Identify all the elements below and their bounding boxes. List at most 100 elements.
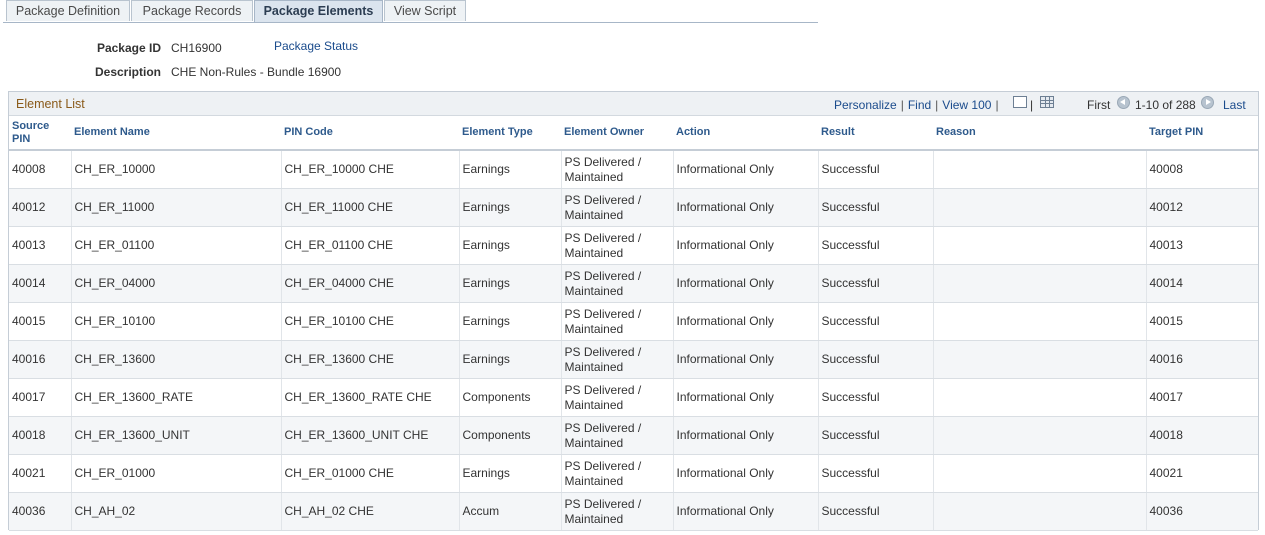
cell-element-owner: PS Delivered / Maintained: [561, 226, 674, 265]
cell-action: Informational Only: [673, 226, 819, 265]
table-row: 40014 CH_ER_04000 CH_ER_04000 CHE Earnings P…: [9, 264, 1258, 303]
cell-target-pin: 40014: [1146, 264, 1258, 303]
cell-action: Informational Only: [673, 416, 819, 455]
cell-element-type: Earnings: [459, 188, 562, 227]
previous-arrow-icon[interactable]: [1117, 96, 1130, 109]
cell-reason: [933, 378, 1147, 417]
cell-element-owner: PS Delivered / Maintained: [561, 378, 674, 417]
find-link[interactable]: Find: [908, 98, 931, 112]
cell-action: Informational Only: [673, 492, 819, 531]
col-target-pin[interactable]: Target PIN: [1146, 116, 1258, 151]
cell-element-name: CH_ER_04000: [71, 264, 282, 303]
table-row: 40012 CH_ER_11000 CH_ER_11000 CHE Earnings P…: [9, 188, 1258, 227]
grid-toolbar: Personalize | Find | View 100 |: [834, 98, 1003, 112]
col-element-name[interactable]: Element Name: [71, 116, 281, 151]
cell-result: Successful: [818, 226, 934, 265]
cell-action: Informational Only: [673, 454, 819, 493]
cell-element-owner: PS Delivered / Maintained: [561, 492, 674, 531]
cell-source-pin: 40015: [9, 302, 72, 341]
cell-element-name: CH_ER_01100: [71, 226, 282, 265]
package-id-label: Package ID: [96, 41, 161, 55]
row-range: 1-10 of 288: [1135, 98, 1196, 112]
cell-element-type: Earnings: [459, 302, 562, 341]
table-row: 40021 CH_ER_01000 CH_ER_01000 CHE Earnings P…: [9, 454, 1258, 493]
cell-pin-code: CH_ER_13600 CHE: [281, 340, 460, 379]
cell-element-name: CH_ER_13600_UNIT: [71, 416, 282, 455]
description-label: Description: [94, 65, 161, 79]
cell-target-pin: 40008: [1146, 150, 1258, 189]
cell-action: Informational Only: [673, 264, 819, 303]
cell-action: Informational Only: [673, 150, 819, 189]
col-element-owner[interactable]: Element Owner: [561, 116, 673, 151]
tab-view-script[interactable]: View Script: [384, 0, 466, 21]
separator: |: [1030, 98, 1034, 112]
cell-result: Successful: [818, 492, 934, 531]
cell-element-owner: PS Delivered / Maintained: [561, 454, 674, 493]
next-arrow-icon[interactable]: [1201, 96, 1214, 109]
cell-reason: [933, 264, 1147, 303]
tab-package-records[interactable]: Package Records: [131, 0, 253, 21]
table-row: 40013 CH_ER_01100 CH_ER_01100 CHE Earnings P…: [9, 226, 1258, 265]
cell-target-pin: 40018: [1146, 416, 1258, 455]
col-action[interactable]: Action: [673, 116, 818, 151]
package-id-value: CH16900: [171, 41, 222, 55]
col-pin-code[interactable]: PIN Code: [281, 116, 459, 151]
cell-action: Informational Only: [673, 302, 819, 341]
col-element-type[interactable]: Element Type: [459, 116, 561, 151]
cell-element-owner: PS Delivered / Maintained: [561, 340, 674, 379]
last-link[interactable]: Last: [1223, 98, 1246, 112]
cell-source-pin: 40013: [9, 226, 72, 265]
table-row: 40008 CH_ER_10000 CH_ER_10000 CHE Earnings P…: [9, 150, 1258, 189]
cell-action: Informational Only: [673, 188, 819, 227]
cell-target-pin: 40021: [1146, 454, 1258, 493]
cell-element-owner: PS Delivered / Maintained: [561, 416, 674, 455]
cell-source-pin: 40017: [9, 378, 72, 417]
cell-reason: [933, 416, 1147, 455]
download-grid-icon[interactable]: [1040, 96, 1054, 108]
personalize-link[interactable]: Personalize: [834, 98, 897, 112]
cell-pin-code: CH_ER_10100 CHE: [281, 302, 460, 341]
view-all-link[interactable]: View 100: [942, 98, 991, 112]
cell-source-pin: 40012: [9, 188, 72, 227]
cell-action: Informational Only: [673, 378, 819, 417]
cell-pin-code: CH_ER_11000 CHE: [281, 188, 460, 227]
tab-package-definition[interactable]: Package Definition: [6, 0, 130, 21]
cell-action: Informational Only: [673, 340, 819, 379]
tab-bar: Package Definition Package Records Packa…: [3, 0, 818, 23]
first-link[interactable]: First: [1087, 98, 1110, 112]
col-reason[interactable]: Reason: [933, 116, 1146, 151]
table-row: 40036 CH_AH_02 CH_AH_02 CHE Accum PS Deliver…: [9, 492, 1258, 531]
cell-result: Successful: [818, 150, 934, 189]
cell-reason: [933, 454, 1147, 493]
grid-title: Element List: [16, 97, 85, 111]
cell-element-type: Earnings: [459, 340, 562, 379]
cell-element-type: Earnings: [459, 150, 562, 189]
grid-header-bar: Element List Personalize | Find | View 100 | …: [9, 92, 1258, 116]
description-value: CHE Non-Rules - Bundle 16900: [171, 65, 342, 79]
col-source-pin[interactable]: Source PIN: [9, 116, 71, 151]
cell-result: Successful: [818, 340, 934, 379]
cell-element-owner: PS Delivered / Maintained: [561, 264, 674, 303]
separator: |: [995, 98, 999, 112]
table-row: 40016 CH_ER_13600 CH_ER_13600 CHE Earnings P…: [9, 340, 1258, 379]
cell-pin-code: CH_ER_10000 CHE: [281, 150, 460, 189]
cell-element-name: CH_ER_10100: [71, 302, 282, 341]
cell-pin-code: CH_ER_13600_UNIT CHE: [281, 416, 460, 455]
cell-element-name: CH_AH_02: [71, 492, 282, 531]
cell-element-type: Earnings: [459, 454, 562, 493]
cell-reason: [933, 188, 1147, 227]
col-result[interactable]: Result: [818, 116, 933, 151]
cell-result: Successful: [818, 264, 934, 303]
cell-target-pin: 40012: [1146, 188, 1258, 227]
cell-pin-code: CH_AH_02 CHE: [281, 492, 460, 531]
cell-element-name: CH_ER_13600_RATE: [71, 378, 282, 417]
cell-source-pin: 40008: [9, 150, 72, 189]
element-list-grid: Element List Personalize | Find | View 100 | …: [8, 91, 1259, 531]
new-window-icon[interactable]: [1013, 96, 1027, 108]
cell-element-type: Accum: [459, 492, 562, 531]
cell-element-name: CH_ER_11000: [71, 188, 282, 227]
table-row: 40018 CH_ER_13600_UNIT CH_ER_13600_UNIT CH…: [9, 416, 1258, 455]
tab-package-elements[interactable]: Package Elements: [254, 0, 383, 22]
package-status-link[interactable]: Package Status: [274, 39, 358, 53]
cell-reason: [933, 150, 1147, 189]
